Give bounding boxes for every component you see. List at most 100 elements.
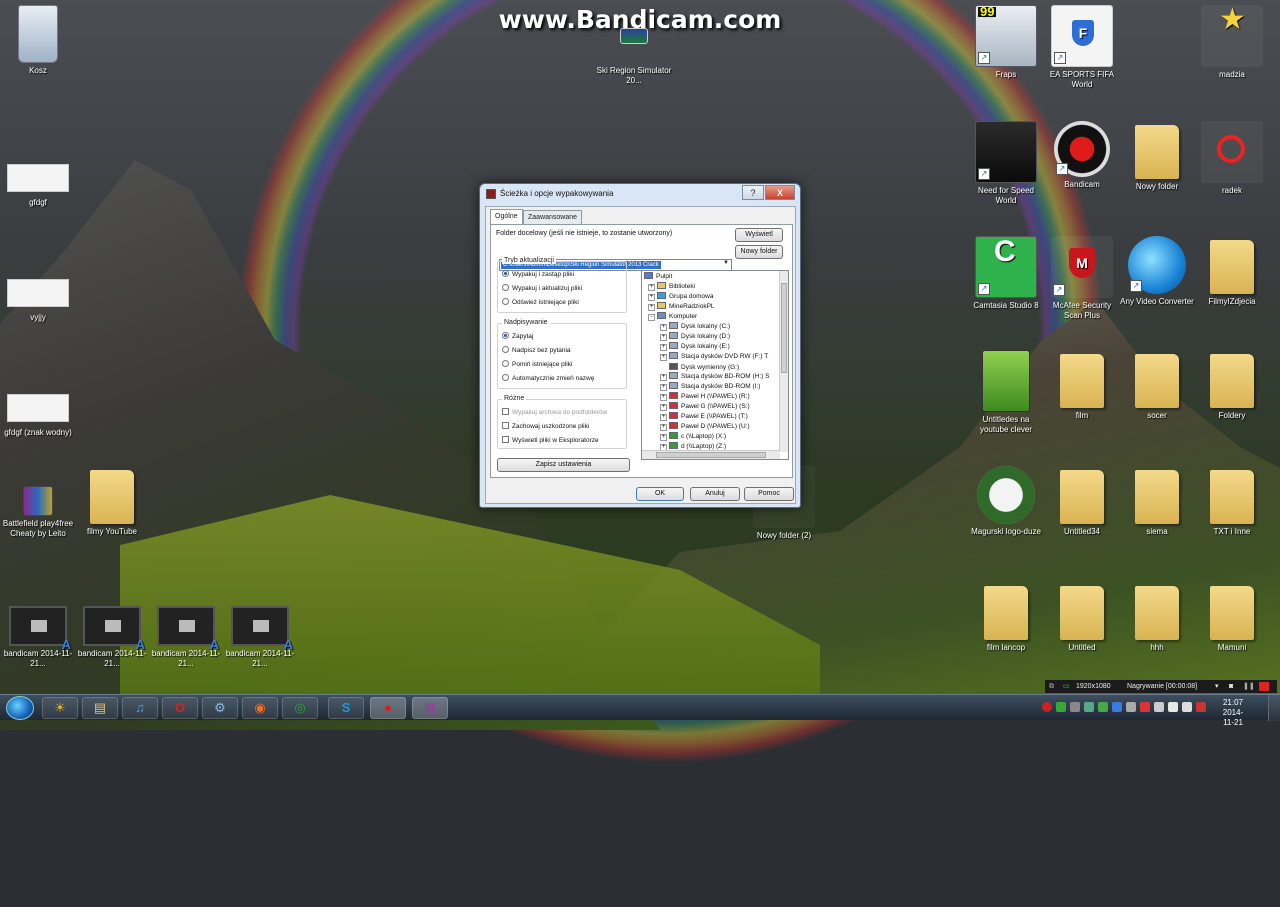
mamuni-folder[interactable]: Mamuni	[1194, 582, 1270, 653]
expand-icon[interactable]: +	[660, 374, 667, 381]
chevron-down-icon[interactable]: ▼	[723, 260, 729, 266]
tree-node-drive-u[interactable]: + Pawel D (\\PAWEL) (U:)	[660, 422, 750, 431]
tree-node-homegroup[interactable]: + Grupa domowa	[648, 292, 713, 301]
expand-icon[interactable]: +	[660, 424, 667, 431]
usb-tray-icon[interactable]	[1126, 702, 1136, 712]
battlefield-archive[interactable]: Battlefield play4free Cheaty by Leito	[0, 480, 76, 539]
bandicam-video-3[interactable]: A bandicam 2014-11-21...	[148, 600, 224, 669]
expand-icon[interactable]: +	[660, 434, 667, 441]
radio-overwrite-without-asking[interactable]: Nadpisz bez pytania	[502, 346, 571, 354]
txt-inne-folder[interactable]: TXT i Inne	[1194, 466, 1270, 537]
tree-node-drive-h[interactable]: + Stacja dysków BD-ROM (H:) S	[660, 372, 770, 381]
resize-icon[interactable]: ⧉	[1049, 680, 1054, 693]
app-tray-icon[interactable]	[1084, 702, 1094, 712]
expand-icon[interactable]: +	[660, 404, 667, 411]
firefox-icon[interactable]: ◉	[242, 697, 278, 719]
checkbox-show-in-explorer[interactable]: Wyświetl pliki w Eksploratorze	[502, 436, 599, 444]
fifa-shortcut[interactable]: F ↗ EA SPORTS FIFA World	[1044, 5, 1120, 90]
tree-node-drive-r[interactable]: + Pawel H (\\PAWEL) (R:)	[660, 392, 750, 401]
new-folder-button[interactable]: Nowy folder	[735, 245, 783, 259]
tree-node-drive-g[interactable]: Dysk wymienny (G:)	[660, 362, 739, 372]
expand-icon[interactable]: +	[648, 294, 655, 301]
expand-icon[interactable]: +	[660, 324, 667, 331]
nowy-folder[interactable]: Nowy folder	[1119, 121, 1195, 192]
tab-general[interactable]: Ogólne	[490, 209, 523, 225]
bandicam-video-4[interactable]: A bandicam 2014-11-21...	[222, 600, 298, 669]
vyjjy-file[interactable]: vyjjy	[0, 265, 76, 323]
expand-icon[interactable]: +	[660, 414, 667, 421]
skype-icon[interactable]: S	[328, 697, 364, 719]
scrollbar-thumb[interactable]	[656, 452, 766, 458]
film-folder[interactable]: film	[1044, 350, 1120, 421]
camtasia-shortcut[interactable]: C ↗ Camtasia Studio 8	[968, 236, 1044, 311]
show-desktop-button[interactable]	[1268, 695, 1280, 721]
winrar-taskbar-icon[interactable]: ▦	[412, 697, 448, 719]
hhh-folder[interactable]: hhh	[1119, 582, 1195, 653]
dialog-titlebar[interactable]: Ścieżka i opcje wypakowywania ? X	[480, 184, 800, 204]
itunes-icon[interactable]: ♫	[122, 697, 158, 719]
chrome-icon[interactable]: ◎	[282, 697, 318, 719]
tab-advanced[interactable]: Zaawansowane	[523, 210, 583, 225]
start-button[interactable]	[6, 696, 34, 720]
bandicam-taskbar-icon[interactable]: ●	[370, 697, 406, 719]
tree-node-drive-s[interactable]: + Pawel G (\\PAWEL) (S:)	[660, 402, 750, 411]
film-lancop-folder[interactable]: film lancop	[968, 582, 1044, 653]
expand-icon[interactable]: +	[648, 304, 655, 311]
tree-node-drive-i[interactable]: + Stacja dysków BD-ROM (I:)	[660, 382, 760, 391]
bandicam-shortcut[interactable]: ↗ Bandicam	[1044, 121, 1120, 190]
close-button[interactable]: X	[765, 185, 795, 200]
pause-icon[interactable]: ❚❚	[1243, 680, 1255, 693]
untitled34-folder[interactable]: Untitled34	[1044, 466, 1120, 537]
tree-node-drive-t[interactable]: + Pawel E (\\PAWEL) (T:)	[660, 412, 748, 421]
ok-button[interactable]: OK	[636, 487, 684, 501]
radio-skip-existing[interactable]: Pomiń istniejące pliki	[502, 360, 572, 368]
radek-shortcut[interactable]: radek	[1194, 121, 1270, 196]
tree-node-drive-e[interactable]: + Dysk lokalny (E:)	[660, 342, 730, 351]
control-panel-icon[interactable]: ⚙	[202, 697, 238, 719]
network-tray-icon[interactable]	[1168, 702, 1178, 712]
socer-folder[interactable]: socer	[1119, 350, 1195, 421]
tree-horizontal-scrollbar[interactable]	[642, 450, 780, 459]
record-tray-icon[interactable]	[1042, 702, 1052, 712]
collapse-icon[interactable]: -	[648, 314, 655, 321]
expand-icon[interactable]: +	[660, 384, 667, 391]
madzia-shortcut[interactable]: ★ madzia	[1194, 5, 1270, 80]
any-video-shortcut[interactable]: ↗ Any Video Converter	[1119, 236, 1195, 307]
explorer-folder-icon[interactable]: ▤	[82, 697, 118, 719]
antivirus-tray-icon[interactable]	[1056, 702, 1066, 712]
tree-node-libraries[interactable]: + Biblioteki	[648, 282, 695, 291]
magurski-file[interactable]: Magurski logo-duze	[968, 466, 1044, 537]
show-button[interactable]: Wyświetl	[735, 228, 783, 242]
expand-icon[interactable]: +	[660, 334, 667, 341]
help-text-button[interactable]: Pomoc	[744, 487, 794, 501]
untitled-folder[interactable]: Untitled	[1044, 582, 1120, 653]
camera-icon[interactable]: ◙	[1229, 680, 1233, 693]
taskbar-clock[interactable]: 21:07 2014-11-21	[1218, 698, 1248, 728]
radio-extract-update[interactable]: Wypakuj i aktualizuj pliki	[502, 284, 582, 292]
tree-node-computer[interactable]: - Komputer	[648, 312, 697, 321]
tree-node-drive-x[interactable]: + c (\\Laptop) (X:)	[660, 432, 726, 441]
recycle-bin-icon[interactable]: Kosz	[0, 5, 76, 76]
checkbox-keep-broken-files[interactable]: Zachowaj uszkodzone pliki	[502, 422, 589, 430]
opera-icon[interactable]: O	[162, 697, 198, 719]
device-tray-icon[interactable]	[1070, 702, 1080, 712]
radio-ask[interactable]: Zapytaj	[502, 332, 533, 340]
bandicam-video-2[interactable]: A bandicam 2014-11-21...	[74, 600, 150, 669]
tree-node-drive-c[interactable]: + Dysk lokalny (C:)	[660, 322, 730, 331]
gfdgf-znak-file[interactable]: gfdgf (znak wodny)	[0, 380, 76, 438]
tree-node-drive-f[interactable]: + Stacja dysków DVD RW (F:) T	[660, 352, 768, 361]
radio-refresh-existing[interactable]: Odśwież istniejące pliki	[502, 298, 579, 306]
help-button[interactable]: ?	[742, 185, 764, 200]
save-settings-button[interactable]: Zapisz ustawienia	[497, 458, 630, 472]
expand-icon[interactable]: +	[648, 284, 655, 291]
cancel-button[interactable]: Anuluj	[690, 487, 740, 501]
expand-icon[interactable]: +	[660, 354, 667, 361]
skype-tray-icon[interactable]	[1112, 702, 1122, 712]
fraps-shortcut[interactable]: 99 ↗ Fraps	[968, 5, 1044, 80]
expand-icon[interactable]: +	[660, 394, 667, 401]
flag-tray-icon[interactable]	[1154, 702, 1164, 712]
folder-tree[interactable]: Pulpit + Biblioteki + Grupa domowa + MineRa…	[641, 270, 789, 460]
stop-record-icon[interactable]	[1259, 682, 1269, 691]
radio-extract-replace[interactable]: Wypakuj i zastąp pliki	[502, 270, 574, 278]
bandicam-video-1[interactable]: A bandicam 2014-11-21...	[0, 600, 76, 669]
